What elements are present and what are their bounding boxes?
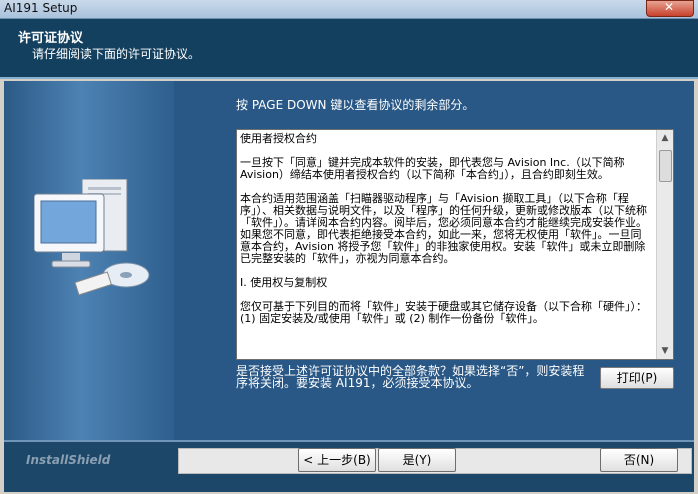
header-title: 许可证协议 [18,31,84,46]
instruction-text: 按 PAGE DOWN 键以查看协议的剩余部分。 [236,98,475,112]
back-button[interactable]: < 上一步(B) [298,448,376,472]
footer-divider [4,440,694,442]
installshield-logo: InstallShield [26,453,111,467]
button-bar: InstallShield < 上一步(B) 是(Y) 否(N) [4,440,694,492]
license-textbox[interactable]: 使用者授权合约 一旦按下「同意」键并完成本软件的安装，即代表您与 Avision… [236,129,674,360]
window-title: AI191 Setup [4,1,78,15]
dialog-header: 许可证协议 请仔细阅读下面的许可证协议。 [0,19,698,79]
no-button[interactable]: 否(N) [600,448,678,472]
vertical-scrollbar[interactable]: ▲ ▼ [656,130,673,359]
main-panel: 按 PAGE DOWN 键以查看协议的剩余部分。 使用者授权合约 一旦按下「同意… [174,81,694,440]
license-agreement-text: 使用者授权合约 一旦按下「同意」键并完成本软件的安装，即代表您与 Avision… [240,132,647,325]
scroll-down-arrow-icon[interactable]: ▼ [657,343,673,359]
computer-icon [34,179,150,296]
header-subtitle: 请仔细阅读下面的许可证协议。 [32,47,201,61]
title-bar: AI191 Setup [0,0,698,19]
scroll-up-arrow-icon[interactable]: ▲ [657,130,673,146]
setup-window: AI191 Setup 许可证协议 请仔细阅读下面的许可证协议。 按 PAGE … [0,0,698,494]
scroll-thumb[interactable] [659,150,672,182]
close-button[interactable] [646,0,694,17]
side-panel [4,81,174,440]
yes-button[interactable]: 是(Y) [378,448,456,472]
print-button[interactable]: 打印(P) [600,367,674,389]
acceptance-question: 是否接受上述许可证协议中的全部条款？如果选择“否”，则安装程序将关闭。要安装 A… [236,364,585,390]
